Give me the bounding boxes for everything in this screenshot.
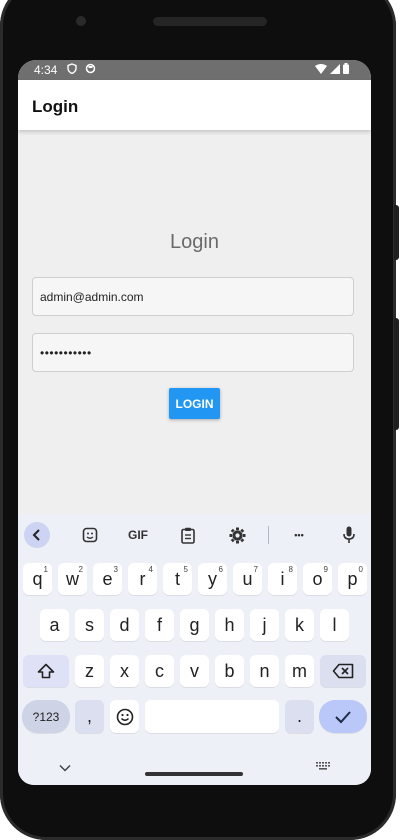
key-k[interactable]: k	[285, 609, 314, 641]
wifi-icon	[315, 63, 327, 77]
shift-icon[interactable]	[23, 655, 69, 687]
earpiece-speaker	[153, 17, 267, 26]
sticker-icon[interactable]	[79, 523, 101, 547]
comma-key[interactable]: ,	[75, 700, 104, 733]
screen: 4:34 Login Login admin@admin.com •••••••…	[18, 60, 371, 785]
microphone-icon[interactable]	[338, 523, 360, 547]
home-indicator[interactable]	[145, 772, 243, 776]
soft-keyboard: GIF ••• q1 w2 e3 r4 t5 y6 u7 i8 o9 p0 a …	[18, 514, 371, 785]
period-key[interactable]: .	[285, 700, 314, 733]
clipboard-icon[interactable]	[177, 523, 199, 547]
login-button[interactable]: LOGIN	[169, 388, 220, 419]
hide-keyboard-chevron-icon[interactable]	[59, 759, 71, 777]
key-m[interactable]: m	[285, 655, 314, 687]
key-n[interactable]: n	[250, 655, 279, 687]
app-bar-title: Login	[32, 97, 79, 116]
signal-icon	[330, 63, 340, 77]
key-b[interactable]: b	[215, 655, 244, 687]
settings-gear-icon[interactable]	[226, 523, 248, 547]
key-s[interactable]: s	[75, 609, 104, 641]
gif-button[interactable]: GIF	[124, 523, 152, 547]
key-o[interactable]: o9	[303, 563, 332, 595]
key-g[interactable]: g	[180, 609, 209, 641]
key-v[interactable]: v	[180, 655, 209, 687]
password-field[interactable]: •••••••••••	[32, 333, 354, 372]
volume-button	[394, 318, 399, 430]
key-j[interactable]: j	[250, 609, 279, 641]
key-c[interactable]: c	[145, 655, 174, 687]
key-t[interactable]: t5	[163, 563, 192, 595]
app-bar: Login	[18, 80, 371, 130]
battery-icon	[343, 63, 349, 77]
key-l[interactable]: l	[320, 609, 349, 641]
key-u[interactable]: u7	[233, 563, 262, 595]
front-camera	[76, 16, 86, 26]
key-h[interactable]: h	[215, 609, 244, 641]
login-heading: Login	[170, 231, 219, 253]
key-d[interactable]: d	[110, 609, 139, 641]
key-r[interactable]: r4	[128, 563, 157, 595]
email-field[interactable]: admin@admin.com	[32, 277, 354, 316]
backspace-icon[interactable]	[320, 655, 366, 687]
toolbar-divider	[268, 526, 269, 544]
keyboard-switch-icon[interactable]	[316, 758, 330, 776]
key-q[interactable]: q1	[23, 563, 52, 595]
emoji-icon[interactable]	[110, 700, 139, 733]
shield-icon	[67, 63, 78, 77]
chevron-left-icon[interactable]	[24, 522, 50, 548]
symbols-key[interactable]: ?123	[22, 700, 70, 733]
key-w[interactable]: w2	[58, 563, 87, 595]
key-x[interactable]: x	[110, 655, 139, 687]
key-i[interactable]: i8	[268, 563, 297, 595]
keyboard-toolbar: GIF •••	[18, 514, 371, 556]
key-a[interactable]: a	[40, 609, 69, 641]
enter-check-icon[interactable]	[319, 700, 367, 733]
more-options-button[interactable]: •••	[288, 523, 310, 547]
key-f[interactable]: f	[145, 609, 174, 641]
spacebar[interactable]	[145, 700, 279, 733]
key-p[interactable]: p0	[338, 563, 367, 595]
key-e[interactable]: e3	[93, 563, 122, 595]
status-bar: 4:34	[18, 60, 371, 80]
power-button	[394, 205, 399, 260]
sync-icon	[85, 63, 96, 77]
status-time: 4:34	[34, 63, 58, 77]
key-z[interactable]: z	[75, 655, 104, 687]
key-y[interactable]: y6	[198, 563, 227, 595]
